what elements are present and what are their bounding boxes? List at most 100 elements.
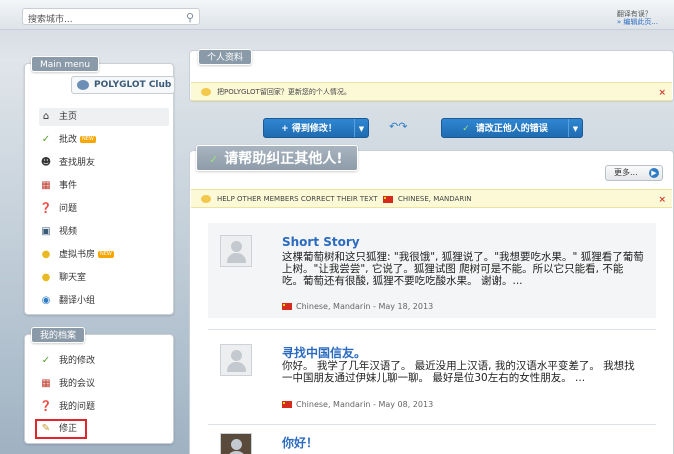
question-icon: ❓ xyxy=(39,203,53,214)
profile-card: 个人资料 把POLYGLOT留回家？更新您的个人情况。 × xyxy=(189,49,674,102)
main-content: 个人资料 把POLYGLOT留回家？更新您的个人情况。 × + 得到修改！ ▼ … xyxy=(189,49,674,454)
new-badge: NEW xyxy=(98,251,114,258)
nav-label: 我的问题 xyxy=(59,402,96,412)
nav-item-questions[interactable]: ❓ 问题 xyxy=(39,200,169,218)
home-icon: ⌂ xyxy=(42,111,50,122)
get-corrections-label: + 得到修改！ xyxy=(281,124,337,134)
divider xyxy=(208,329,656,330)
nav-item-home[interactable]: ⌂ 主页 xyxy=(39,108,169,126)
avatar[interactable] xyxy=(220,235,252,267)
china-flag-icon xyxy=(282,401,292,408)
china-flag-icon xyxy=(382,195,393,203)
nav-label: 聊天室 xyxy=(59,273,87,283)
video-icon: ▣ xyxy=(41,226,51,237)
main-menu-panel: Main menu POLYGLOT Club ⌂ 主页 ✓ 批改 NEW ☻ 查找朋友… xyxy=(24,56,175,315)
avatar[interactable] xyxy=(220,344,252,376)
nav-item-find-friends[interactable]: ☻ 查找朋友 xyxy=(39,154,169,172)
get-corrections-button[interactable]: + 得到修改！ ▼ xyxy=(263,118,369,138)
post-item[interactable]: Short Story 这棵葡萄树和这只狐狸: "我很饿", 狐狸说了。"我想要… xyxy=(208,223,656,318)
avatar[interactable] xyxy=(220,433,252,454)
nav-label: 修正 xyxy=(59,424,78,434)
help-section-title-text: 请帮助纠正其他人! xyxy=(224,151,343,167)
my-files-panel: 我的档案 ✓ 我的修改 ▦ 我的会议 ❓ 我的问题 ✎ 修正 xyxy=(24,327,174,444)
help-others-card: ✓ 请帮助纠正其他人! 更多... ▶ HELP OTHER MEMBERS CO… xyxy=(189,145,674,454)
more-button[interactable]: 更多... ▶ xyxy=(605,165,663,181)
logo-mark-icon xyxy=(77,80,89,90)
nav-item-chat[interactable]: ● 聊天室 xyxy=(39,269,169,287)
bubble-icon: ● xyxy=(41,249,51,260)
nav-item-my-questions[interactable]: ❓ 我的问题 xyxy=(39,398,169,416)
chevron-down-icon[interactable]: ▼ xyxy=(568,119,582,137)
speech-bubble-icon xyxy=(201,195,211,203)
logo-text: POLYGLOT Club xyxy=(94,80,172,90)
post-item[interactable]: 你好！ xyxy=(208,427,656,454)
close-icon[interactable]: × xyxy=(658,84,666,102)
calendar-icon: ▦ xyxy=(41,378,51,389)
post-body: 你好。 我学了几年汉语了。 最近没用上汉语, 我的汉语水平变差了。 我想找一中国… xyxy=(282,360,635,384)
nav-item-my-corrections[interactable]: ✓ 我的修改 xyxy=(39,352,169,370)
profile-title: 个人资料 xyxy=(198,49,253,65)
nav-item-events[interactable]: ▦ 事件 xyxy=(39,177,169,195)
close-icon[interactable]: × xyxy=(658,191,666,209)
main-menu-title: Main menu xyxy=(31,56,100,72)
new-badge: NEW xyxy=(80,136,96,143)
calendar-icon: ▦ xyxy=(41,180,51,191)
help-notice-language: CHINESE, MANDARIN xyxy=(398,195,472,203)
post-item[interactable]: 寻找中国信友。 你好。 我学了几年汉语了。 最近没用上汉语, 我的汉语水平变差了… xyxy=(208,332,656,418)
profile-notice: 把POLYGLOT留回家？更新您的个人情况。 × xyxy=(191,82,672,101)
chevron-down-icon[interactable]: ▼ xyxy=(354,119,368,137)
search-city-input[interactable]: 搜索城市... ⚲ xyxy=(22,8,200,25)
nav-item-corrections[interactable]: ✓ 批改 NEW xyxy=(39,131,169,149)
edit-page-link[interactable]: » 编辑此页... xyxy=(617,18,658,26)
polyglot-club-logo[interactable]: POLYGLOT Club xyxy=(71,76,175,94)
globe-icon: ◉ xyxy=(41,295,51,306)
nav-item-translation-group[interactable]: ◉ 翻译小组 xyxy=(39,292,169,310)
exchange-arrows-icon: ↶↷ xyxy=(389,120,408,133)
nav-label: 查找朋友 xyxy=(59,158,96,168)
nav-label: 虚拟书房 xyxy=(59,250,96,260)
nav-label: 主页 xyxy=(59,112,78,122)
pencil-icon: ✎ xyxy=(41,423,51,434)
nav-item-edit[interactable]: ✎ 修正 xyxy=(35,419,87,439)
search-icon[interactable]: ⚲ xyxy=(186,11,194,24)
arrow-right-icon: ▶ xyxy=(649,168,659,178)
post-meta-text: Chinese, Mandarin - May 18, 2013 xyxy=(296,302,434,311)
question-icon: ❓ xyxy=(39,401,53,412)
nav-item-video[interactable]: ▣ 视频 xyxy=(39,223,169,241)
nav-item-my-meetings[interactable]: ▦ 我的会议 xyxy=(39,375,169,393)
more-label: 更多... xyxy=(614,168,638,177)
nav-label: 批改 xyxy=(59,135,78,145)
nav-item-virtual-library[interactable]: ● 虚拟书房 NEW xyxy=(39,246,169,264)
correct-icon: ✓ xyxy=(41,355,51,366)
post-body: 这棵葡萄树和这只狐狸: "我很饿", 狐狸说了。"我想要吃水果。" 狐狸看了葡萄… xyxy=(282,251,644,287)
post-title[interactable]: Short Story xyxy=(282,235,360,249)
nav-label: 我的修改 xyxy=(59,356,96,366)
correct-icon: ✓ xyxy=(209,153,219,166)
nav-label: 视频 xyxy=(59,227,78,237)
top-bar: 搜索城市... ⚲ 翻译有误？ » 编辑此页... xyxy=(0,0,674,30)
nav-label: 问题 xyxy=(59,204,78,214)
search-placeholder: 搜索城市... xyxy=(28,15,73,25)
post-title[interactable]: 寻找中国信友。 xyxy=(282,344,366,361)
post-meta: Chinese, Mandarin - May 18, 2013 xyxy=(282,302,433,311)
help-section-title: ✓ 请帮助纠正其他人! xyxy=(196,145,358,171)
nav-label: 事件 xyxy=(59,181,78,191)
friends-icon: ☻ xyxy=(40,157,52,168)
bubble-icon: ● xyxy=(41,272,51,283)
post-title[interactable]: 你好！ xyxy=(282,434,318,451)
nav-label: 翻译小组 xyxy=(59,296,96,306)
speech-bubble-icon xyxy=(201,88,211,96)
profile-notice-text: 把POLYGLOT留回家？更新您的个人情况。 xyxy=(217,88,351,96)
my-files-title: 我的档案 xyxy=(31,327,86,343)
correct-others-label: 请改正他人的错误 xyxy=(475,124,548,134)
china-flag-icon xyxy=(282,303,292,310)
divider xyxy=(208,424,656,425)
correct-icon: ✓ xyxy=(462,124,470,134)
help-notice: HELP OTHER MEMBERS CORRECT THEIR TEXT CH… xyxy=(191,189,672,208)
correct-icon: ✓ xyxy=(41,134,51,145)
nav-label: 我的会议 xyxy=(59,379,96,389)
translation-help: 翻译有误？ » 编辑此页... xyxy=(617,10,658,26)
post-meta: Chinese, Mandarin - May 08, 2013 xyxy=(282,400,433,409)
correct-others-button[interactable]: ✓ 请改正他人的错误 ▼ xyxy=(441,118,583,138)
translation-question: 翻译有误？ xyxy=(616,10,652,18)
